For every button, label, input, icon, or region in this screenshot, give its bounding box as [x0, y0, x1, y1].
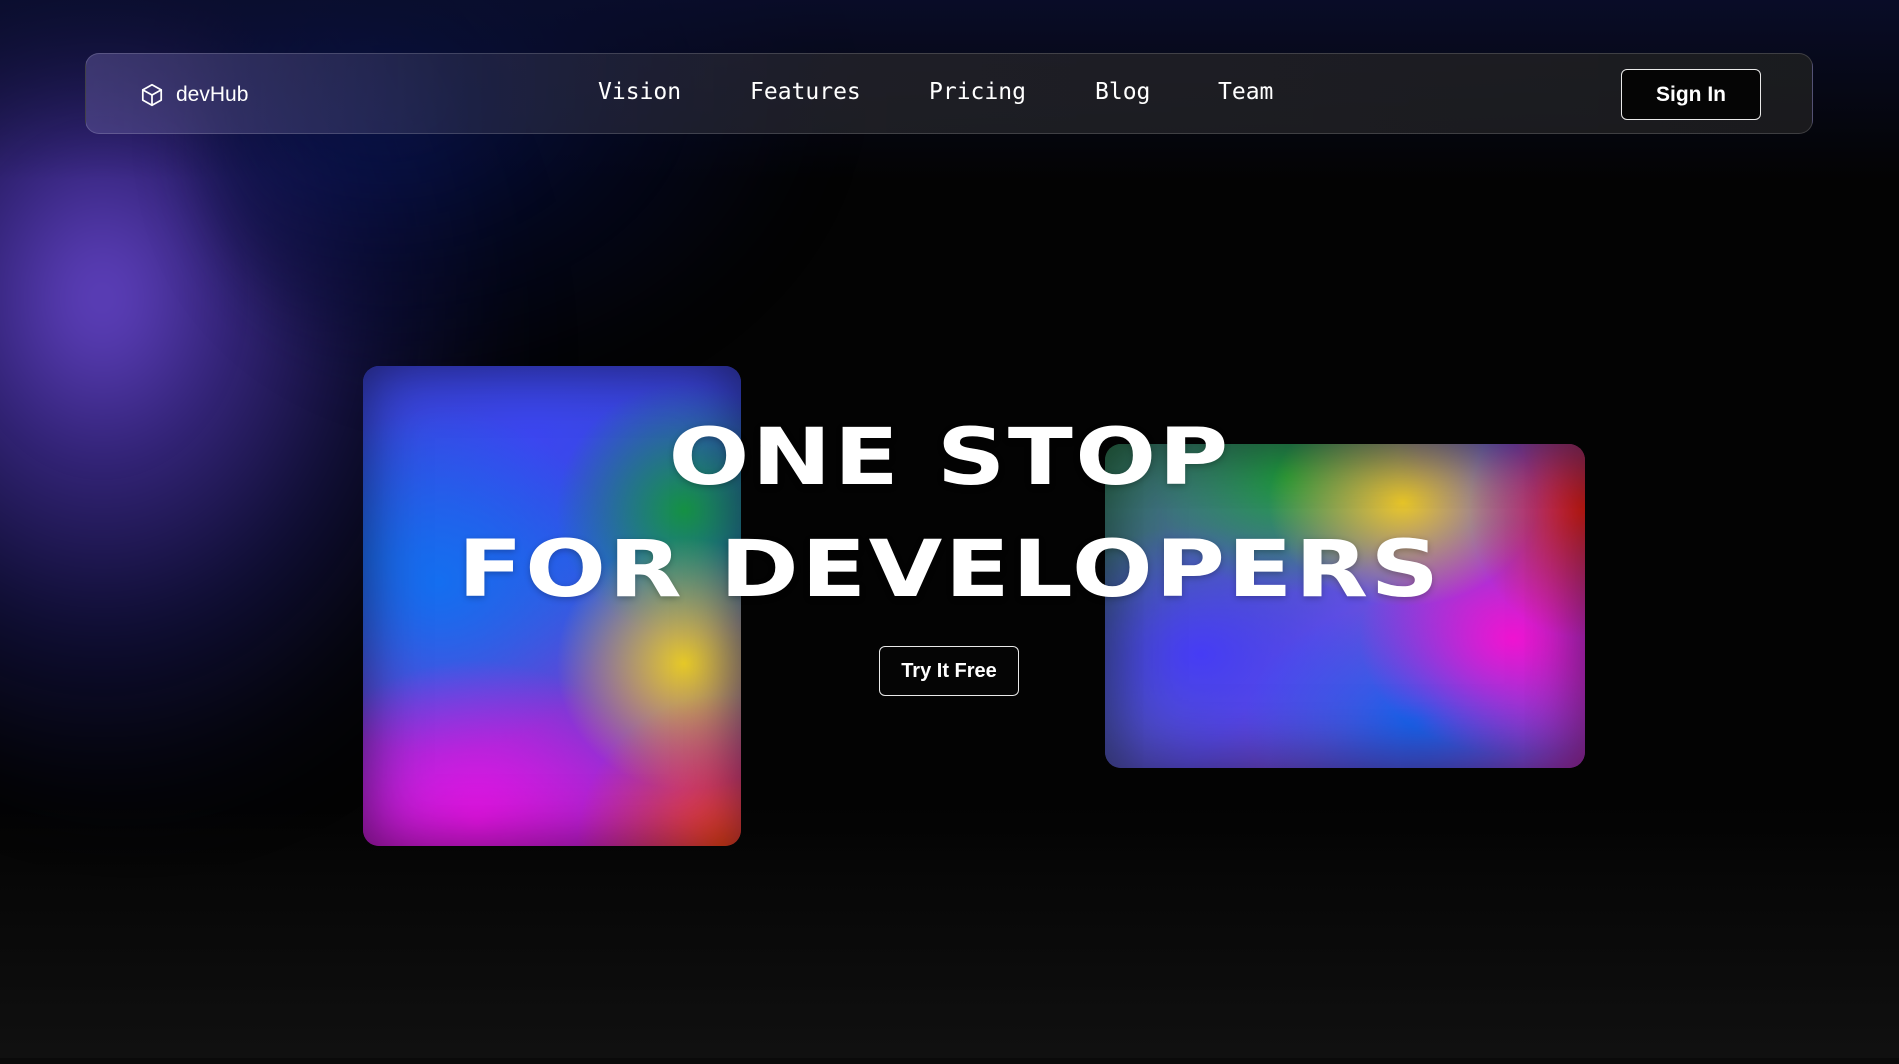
- background-bottom-gradient: [0, 804, 1899, 1064]
- bottom-edge: [0, 1058, 1899, 1064]
- sign-in-button[interactable]: Sign In: [1621, 69, 1761, 120]
- nav-link-pricing[interactable]: Pricing: [929, 79, 1026, 105]
- hero-title: ONE STOP FOR DEVELOPERS: [0, 402, 1899, 626]
- try-it-free-button[interactable]: Try It Free: [879, 646, 1019, 696]
- nav-links: Vision Features Pricing Blog Team: [86, 54, 1812, 133]
- nav-link-vision[interactable]: Vision: [598, 79, 681, 105]
- hero-title-line-2: FOR DEVELOPERS: [457, 525, 1442, 615]
- nav-link-features[interactable]: Features: [750, 79, 861, 105]
- nav-link-blog[interactable]: Blog: [1095, 79, 1150, 105]
- hero-title-line-1: ONE STOP: [668, 413, 1231, 503]
- navbar: devHub Vision Features Pricing Blog Team…: [85, 53, 1813, 134]
- landing-page: devHub Vision Features Pricing Blog Team…: [0, 0, 1899, 1064]
- nav-link-team[interactable]: Team: [1218, 79, 1273, 105]
